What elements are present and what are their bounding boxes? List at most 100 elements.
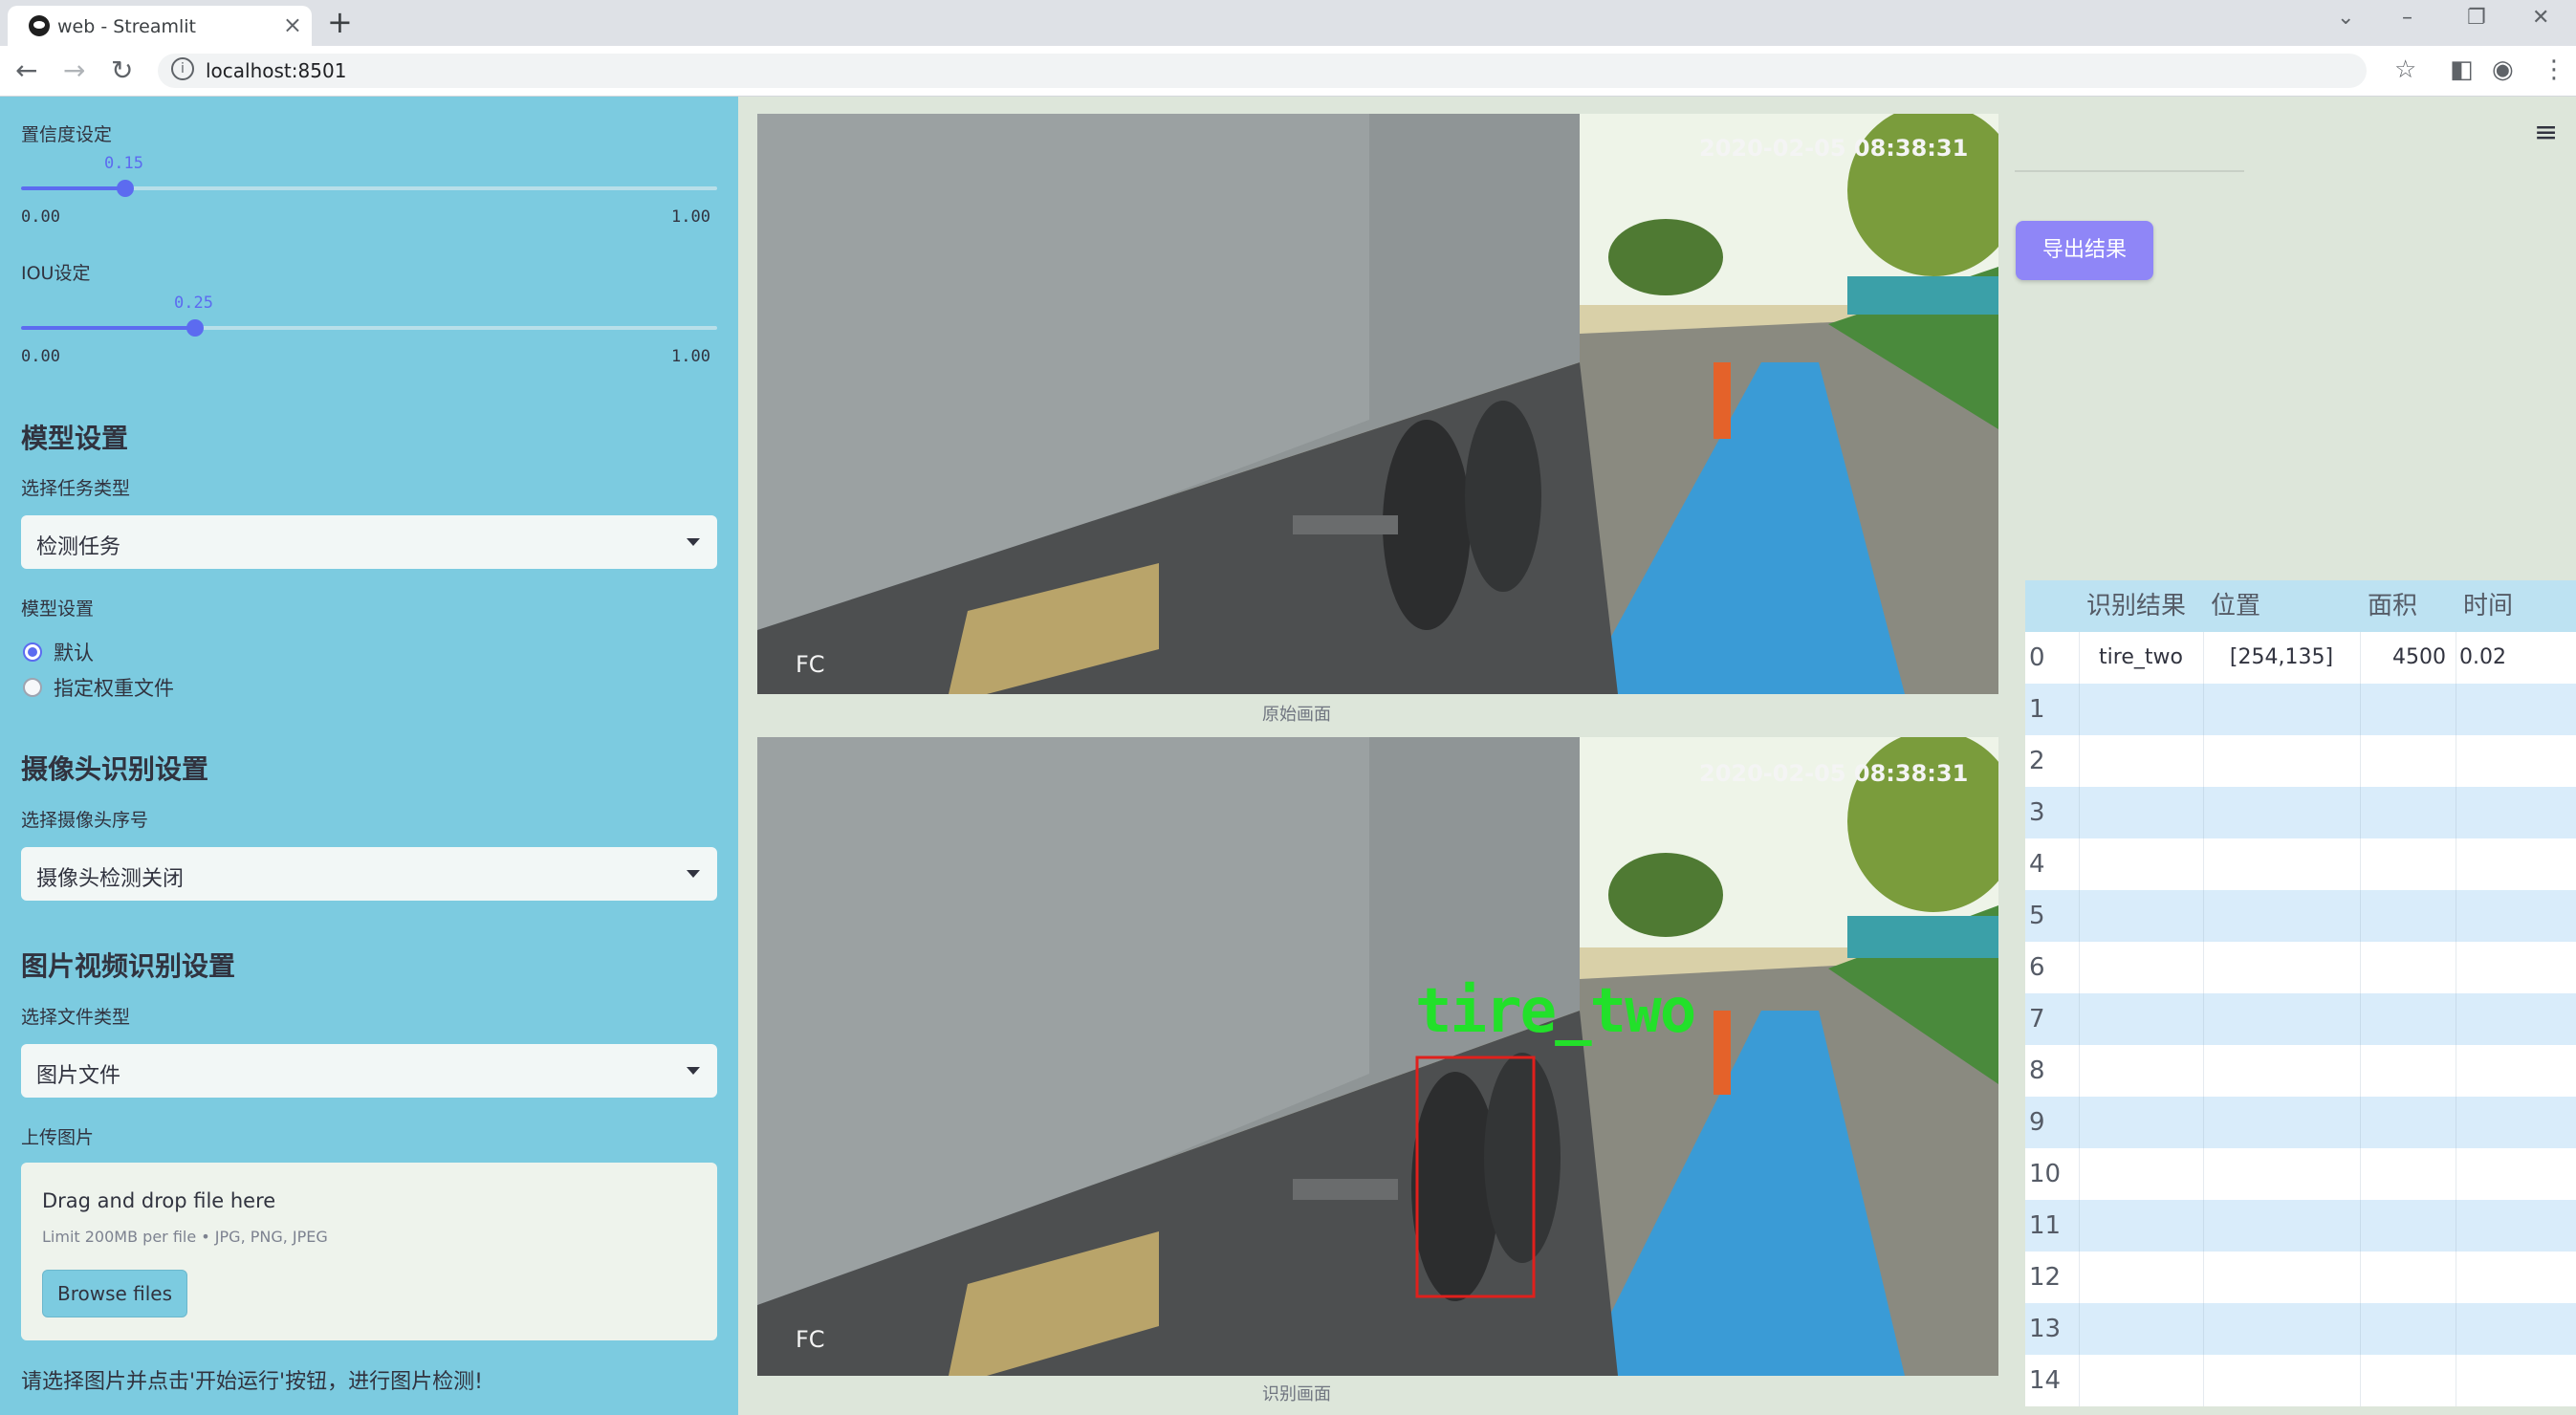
table-row[interactable]: 8 <box>2025 1045 2576 1097</box>
reload-icon[interactable]: ↻ <box>111 54 133 86</box>
minimize-icon[interactable]: – <box>2402 6 2412 30</box>
table-column-divider <box>2079 993 2080 1045</box>
confidence-slider[interactable] <box>21 180 717 197</box>
table-cell <box>2459 1148 2572 1200</box>
table-cell <box>2083 787 2199 838</box>
table-row-index: 1 <box>2029 695 2045 724</box>
table-row[interactable]: 1 <box>2025 684 2576 735</box>
table-row[interactable]: 2 <box>2025 735 2576 787</box>
file-type-value: 图片文件 <box>36 1064 121 1088</box>
confidence-slider-thumb[interactable] <box>117 180 134 197</box>
result-scene <box>757 737 1998 1376</box>
star-icon[interactable]: ☆ <box>2394 55 2416 84</box>
browse-files-button[interactable]: Browse files <box>42 1270 187 1317</box>
iou-min: 0.00 <box>21 347 60 366</box>
radio-default[interactable] <box>23 642 42 662</box>
task-type-select[interactable]: 检测任务 <box>21 515 717 569</box>
table-column-divider <box>2203 1355 2204 1406</box>
kebab-menu-icon[interactable]: ⋮ <box>2542 55 2566 84</box>
tab-list-chevron-icon[interactable]: ⌄ <box>2337 6 2354 30</box>
original-image: 2020-02-05 08:38:31 FC <box>757 114 1998 694</box>
confidence-max: 1.00 <box>671 207 710 227</box>
table-header-cell[interactable]: 位置 <box>2211 580 2360 632</box>
table-header-cell[interactable] <box>2033 580 2079 632</box>
table-cell <box>2364 735 2446 787</box>
table-column-divider <box>2360 942 2361 993</box>
table-row[interactable]: 13 <box>2025 1303 2576 1355</box>
table-row[interactable]: 0 tire_two [254,135] 4500 0.02 <box>2025 632 2576 684</box>
window-close-icon[interactable]: ✕ <box>2532 6 2549 30</box>
tab-close-icon[interactable]: × <box>283 11 302 38</box>
file-dropzone[interactable]: Drag and drop file here Limit 200MB per … <box>21 1163 717 1340</box>
table-column-divider <box>2203 1148 2204 1200</box>
url-field[interactable]: i localhost:8501 <box>158 54 2367 88</box>
table-cell <box>2364 1303 2446 1355</box>
table-row[interactable]: 10 <box>2025 1148 2576 1200</box>
restore-icon[interactable]: ❐ <box>2467 6 2486 30</box>
model-settings-heading: 模型设置 <box>21 423 129 454</box>
info-icon[interactable]: i <box>171 57 194 80</box>
iou-slider[interactable] <box>21 319 717 337</box>
table-cell <box>2083 838 2199 890</box>
table-cell <box>2364 993 2446 1045</box>
upload-label: 上传图片 <box>21 1127 95 1148</box>
table-row-index: 12 <box>2029 1263 2062 1292</box>
table-header-cell[interactable]: 时间 <box>2463 580 2576 632</box>
table-row[interactable]: 11 <box>2025 1200 2576 1252</box>
table-header-cell[interactable]: 识别结果 <box>2086 580 2203 632</box>
original-corner-mark: FC <box>796 651 825 678</box>
table-cell <box>2207 684 2356 735</box>
forward-icon[interactable]: → <box>63 54 85 86</box>
radio-custom-weights[interactable] <box>23 678 42 697</box>
profile-icon[interactable]: ◉ <box>2492 55 2514 84</box>
table-cell <box>2207 1148 2356 1200</box>
table-row[interactable]: 9 <box>2025 1097 2576 1148</box>
table-cell <box>2207 787 2356 838</box>
result-corner-mark: FC <box>796 1326 825 1353</box>
main-area: 2020-02-05 08:38:31 FC 原始画面 2020-02-05 0… <box>738 97 2576 1415</box>
table-cell <box>2207 942 2356 993</box>
table-row[interactable]: 6 <box>2025 942 2576 993</box>
table-header-cell[interactable]: 面积 <box>2368 580 2456 632</box>
table-column-divider <box>2079 632 2080 684</box>
table-column-divider <box>2203 632 2204 684</box>
result-caption: 识别画面 <box>1262 1384 1331 1404</box>
url-text: localhost:8501 <box>206 59 347 82</box>
radio-default-label[interactable]: 默认 <box>54 638 94 666</box>
table-column-divider <box>2079 1303 2080 1355</box>
table-column-divider <box>2079 1200 2080 1252</box>
table-cell <box>2083 1097 2199 1148</box>
table-cell <box>2207 1200 2356 1252</box>
table-row[interactable]: 4 <box>2025 838 2576 890</box>
sidebar-toggle-icon[interactable]: ◧ <box>2450 55 2474 84</box>
streamlit-favicon-icon <box>29 15 50 36</box>
table-row[interactable]: 12 <box>2025 1252 2576 1303</box>
iou-slider-thumb[interactable] <box>186 319 204 337</box>
table-column-divider <box>2079 735 2080 787</box>
back-icon[interactable]: ← <box>15 54 37 86</box>
radio-custom-weights-label[interactable]: 指定权重文件 <box>54 673 174 702</box>
browser-tab[interactable]: web - Streamlit × <box>8 6 312 46</box>
camera-index-select[interactable]: 摄像头检测关闭 <box>21 847 717 901</box>
table-cell <box>2459 942 2572 993</box>
table-column-divider <box>2360 1097 2361 1148</box>
original-timestamp: 2020-02-05 08:38:31 <box>1699 135 1969 162</box>
table-row-index: 7 <box>2029 1005 2045 1034</box>
confidence-value: 0.15 <box>104 154 143 173</box>
hamburger-menu-icon[interactable]: ≡ <box>2534 116 2558 149</box>
table-row[interactable]: 3 <box>2025 787 2576 838</box>
table-row-index: 14 <box>2029 1366 2062 1395</box>
table-cell <box>2207 1097 2356 1148</box>
table-row[interactable]: 7 <box>2025 993 2576 1045</box>
new-tab-icon[interactable]: + <box>327 4 353 40</box>
table-row[interactable]: 5 <box>2025 890 2576 942</box>
file-type-select[interactable]: 图片文件 <box>21 1044 717 1098</box>
table-cell <box>2083 1045 2199 1097</box>
table-column-divider <box>2203 838 2204 890</box>
table-column-divider <box>2360 787 2361 838</box>
iou-label: IOU设定 <box>21 263 91 284</box>
export-results-button[interactable]: 导出结果 <box>2016 221 2153 280</box>
table-row[interactable]: 14 <box>2025 1355 2576 1406</box>
table-cell: 0.02 <box>2459 645 2506 669</box>
table-column-divider <box>2079 838 2080 890</box>
